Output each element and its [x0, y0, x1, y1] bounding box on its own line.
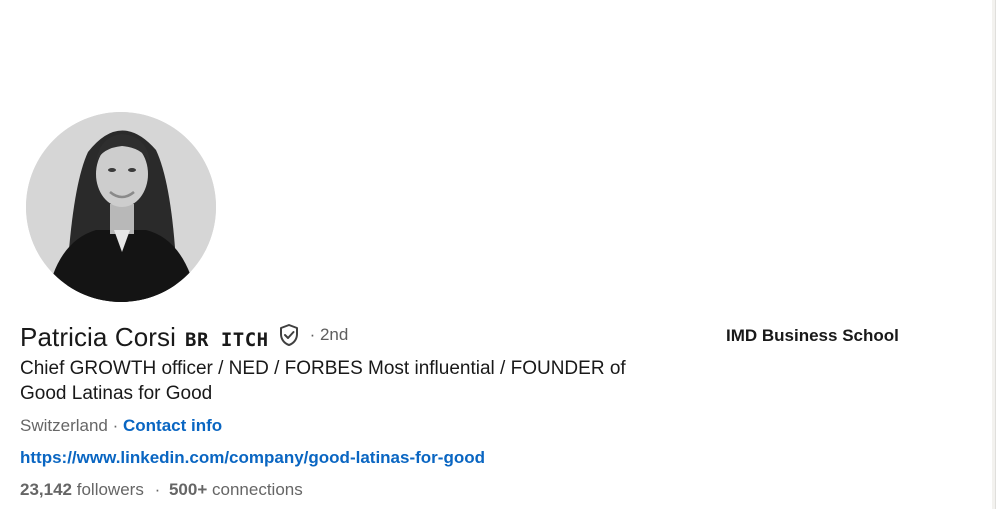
connections-label: connections — [212, 480, 303, 499]
stats-row: 23,142 followers · 500+ connections — [20, 478, 660, 502]
scrollbar-track — [992, 0, 995, 509]
contact-info-link[interactable]: Contact info — [123, 416, 222, 435]
followers-label: followers — [76, 480, 144, 499]
profile-location: Switzerland — [20, 416, 108, 435]
website-link[interactable]: https://www.linkedin.com/company/good-la… — [20, 448, 485, 467]
followers-count: 23,142 — [20, 480, 72, 499]
connections-count: 500+ — [168, 480, 208, 499]
location-separator: · — [107, 416, 123, 435]
profile-headline: Chief GROWTH officer / NED / FORBES Most… — [20, 358, 626, 404]
profile-photo[interactable] — [26, 112, 216, 302]
connections-link[interactable]: 500+ connections — [169, 480, 303, 499]
location-row: Switzerland · Contact info — [20, 414, 660, 438]
profile-name: Patricia Corsi — [20, 321, 176, 352]
profile-card: Patricia Corsi BR ITCH · 2nd Chief GROWT… — [0, 0, 996, 509]
pronoun-badge: BR ITCH — [185, 329, 269, 351]
name-row: Patricia Corsi BR ITCH · 2nd — [20, 320, 660, 354]
stats-separator: · — [154, 480, 161, 499]
website-row: https://www.linkedin.com/company/good-la… — [20, 446, 660, 470]
profile-info: Patricia Corsi BR ITCH · 2nd Chief GROWT… — [20, 320, 660, 502]
profile-photo-image — [26, 112, 216, 302]
verified-shield-icon[interactable] — [277, 323, 301, 347]
followers-link[interactable]: 23,142 followers — [20, 480, 144, 499]
connection-degree: · 2nd — [309, 325, 349, 344]
organization-link[interactable]: IMD Business School — [726, 326, 899, 346]
